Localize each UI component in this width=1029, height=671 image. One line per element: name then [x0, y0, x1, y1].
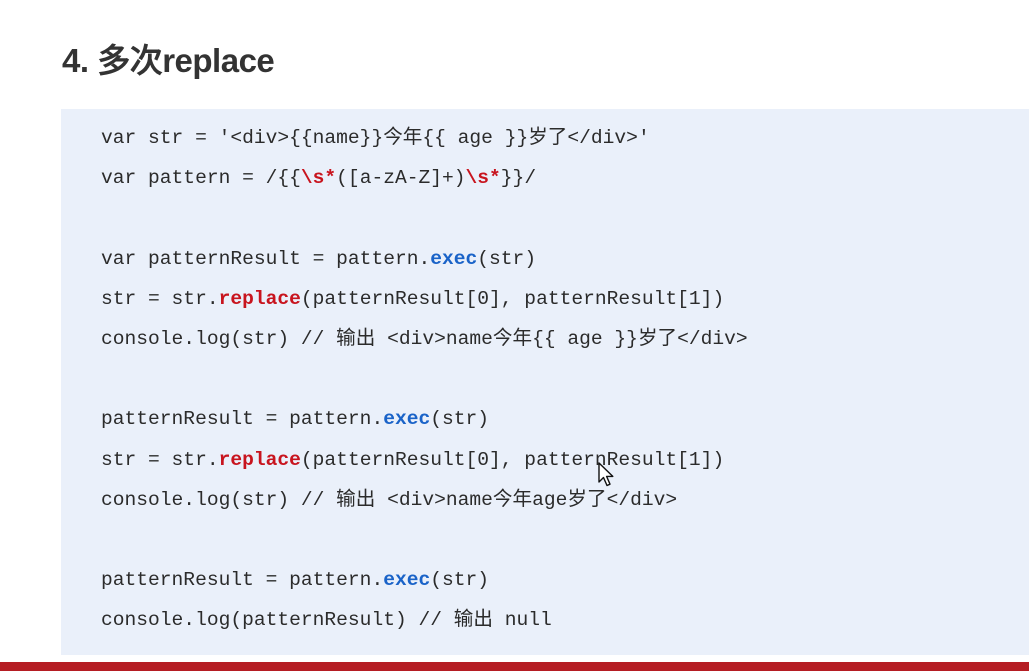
exec-method-token: exec [383, 408, 431, 430]
slide-title: 4. 多次replace [62, 42, 275, 79]
code-line-8: console.log(str) // 输出 <div>name今年age岁了<… [101, 489, 678, 511]
replace-method-token: replace [218, 288, 301, 310]
regex-whitespace-token: \s* [300, 167, 337, 189]
code-token: ([a-zA-Z]+) [336, 167, 466, 189]
slide: 4. 多次replace var str = '<div>{{name}}今年{… [0, 0, 1029, 671]
code-token: patternResult = pattern. [101, 569, 384, 591]
replace-method-token: replace [218, 449, 301, 471]
code-line-4: str = str.replace(patternResult[0], patt… [101, 287, 724, 311]
code-line-7: str = str.replace(patternResult[0], patt… [101, 448, 724, 472]
code-line-10: console.log(patternResult) // 输出 null [101, 609, 552, 631]
code-token: (patternResult[0], patternResult[1]) [300, 288, 725, 310]
code-block: var str = '<div>{{name}}今年{{ age }}岁了</d… [61, 109, 1029, 655]
code-line-2: var pattern = /{{\s*([a-zA-Z]+)\s*}}/ [101, 166, 536, 190]
code-line-9: patternResult = pattern.exec(str) [101, 568, 489, 592]
code-line-5: console.log(str) // 输出 <div>name今年{{ age… [101, 328, 748, 350]
mouse-pointer-icon [598, 462, 614, 487]
code-token: (patternResult[0], patternResult[1]) [300, 449, 725, 471]
code-token: (str) [430, 408, 490, 430]
exec-method-token: exec [383, 569, 431, 591]
code-line-6: patternResult = pattern.exec(str) [101, 407, 489, 431]
code-token: }}/ [500, 167, 537, 189]
code-token: (str) [477, 248, 537, 270]
code-token: var patternResult = pattern. [101, 248, 431, 270]
code-line-1: var str = '<div>{{name}}今年{{ age }}岁了</d… [101, 127, 650, 149]
code-line-3: var patternResult = pattern.exec(str) [101, 247, 536, 271]
code-token: str = str. [101, 288, 219, 310]
exec-method-token: exec [430, 248, 478, 270]
code-token: patternResult = pattern. [101, 408, 384, 430]
code-token: var pattern = /{{ [101, 167, 301, 189]
bottom-accent-bar [0, 662, 1029, 671]
code-token: (str) [430, 569, 490, 591]
code-token: str = str. [101, 449, 219, 471]
regex-whitespace-token: \s* [465, 167, 501, 189]
